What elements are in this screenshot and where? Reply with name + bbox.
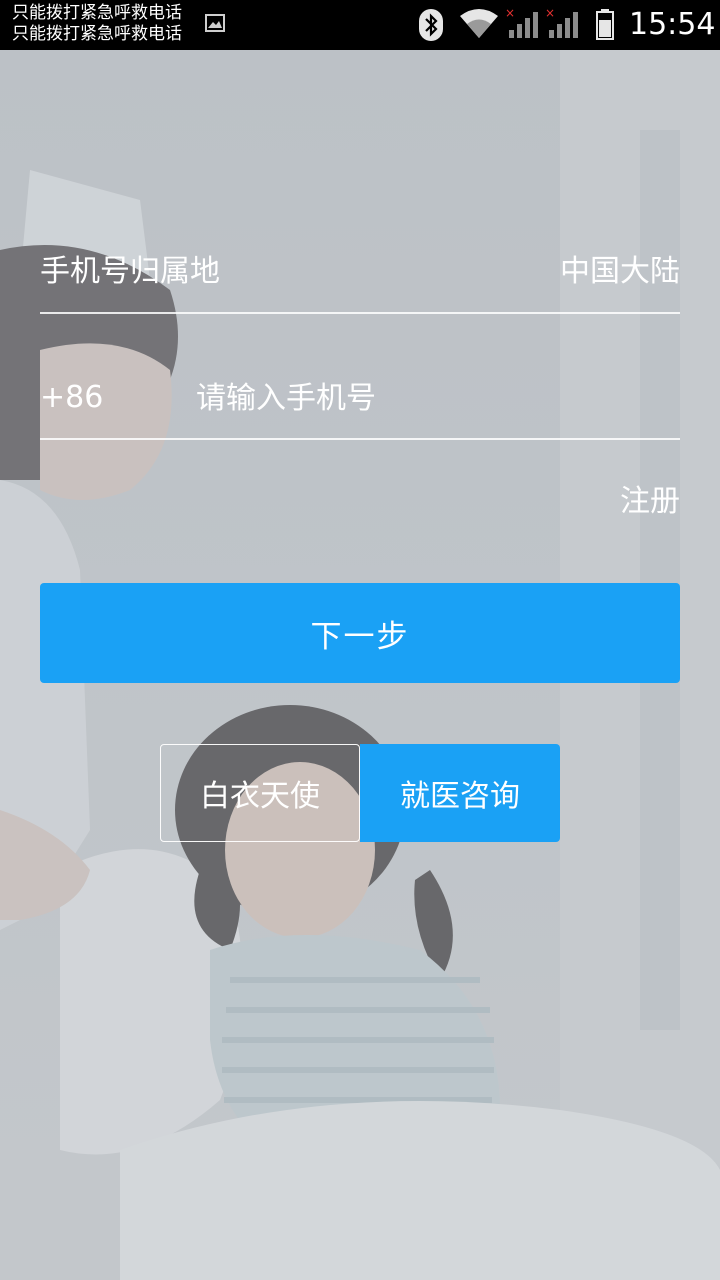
svg-text:×: × xyxy=(545,6,555,20)
carrier-text: 只能拨打紧急呼救电话 只能拨打紧急呼救电话 xyxy=(12,3,182,45)
battery-icon xyxy=(596,9,614,40)
tab-white-angel[interactable]: 白衣天使 xyxy=(160,744,360,842)
region-selector[interactable]: 手机号归属地 中国大陆 xyxy=(40,232,680,314)
carrier-line-2: 只能拨打紧急呼救电话 xyxy=(12,24,182,44)
signal-no-sim-icon: × xyxy=(545,6,578,38)
phone-input[interactable] xyxy=(190,370,676,426)
svg-text:×: × xyxy=(505,6,515,20)
next-step-button[interactable]: 下一步 xyxy=(40,583,680,683)
phone-field-row: +86 xyxy=(40,360,680,440)
status-bar: 只能拨打紧急呼救电话 只能拨打紧急呼救电话 × × 15:54 xyxy=(0,0,720,50)
region-label: 手机号归属地 xyxy=(40,254,220,289)
mode-switch: 白衣天使 就医咨询 xyxy=(160,744,560,842)
image-notification-icon xyxy=(205,14,225,32)
status-time: 15:54 xyxy=(629,7,716,42)
region-value[interactable]: 中国大陆 xyxy=(560,252,680,292)
carrier-line-1: 只能拨打紧急呼救电话 xyxy=(12,3,182,23)
bluetooth-icon xyxy=(419,9,443,41)
signal-no-sim-icon: × xyxy=(505,6,538,38)
wifi-icon xyxy=(460,9,498,38)
tab-medical-consult[interactable]: 就医咨询 xyxy=(360,744,560,842)
country-code: +86 xyxy=(40,380,104,415)
register-link[interactable]: 注册 xyxy=(620,482,680,522)
